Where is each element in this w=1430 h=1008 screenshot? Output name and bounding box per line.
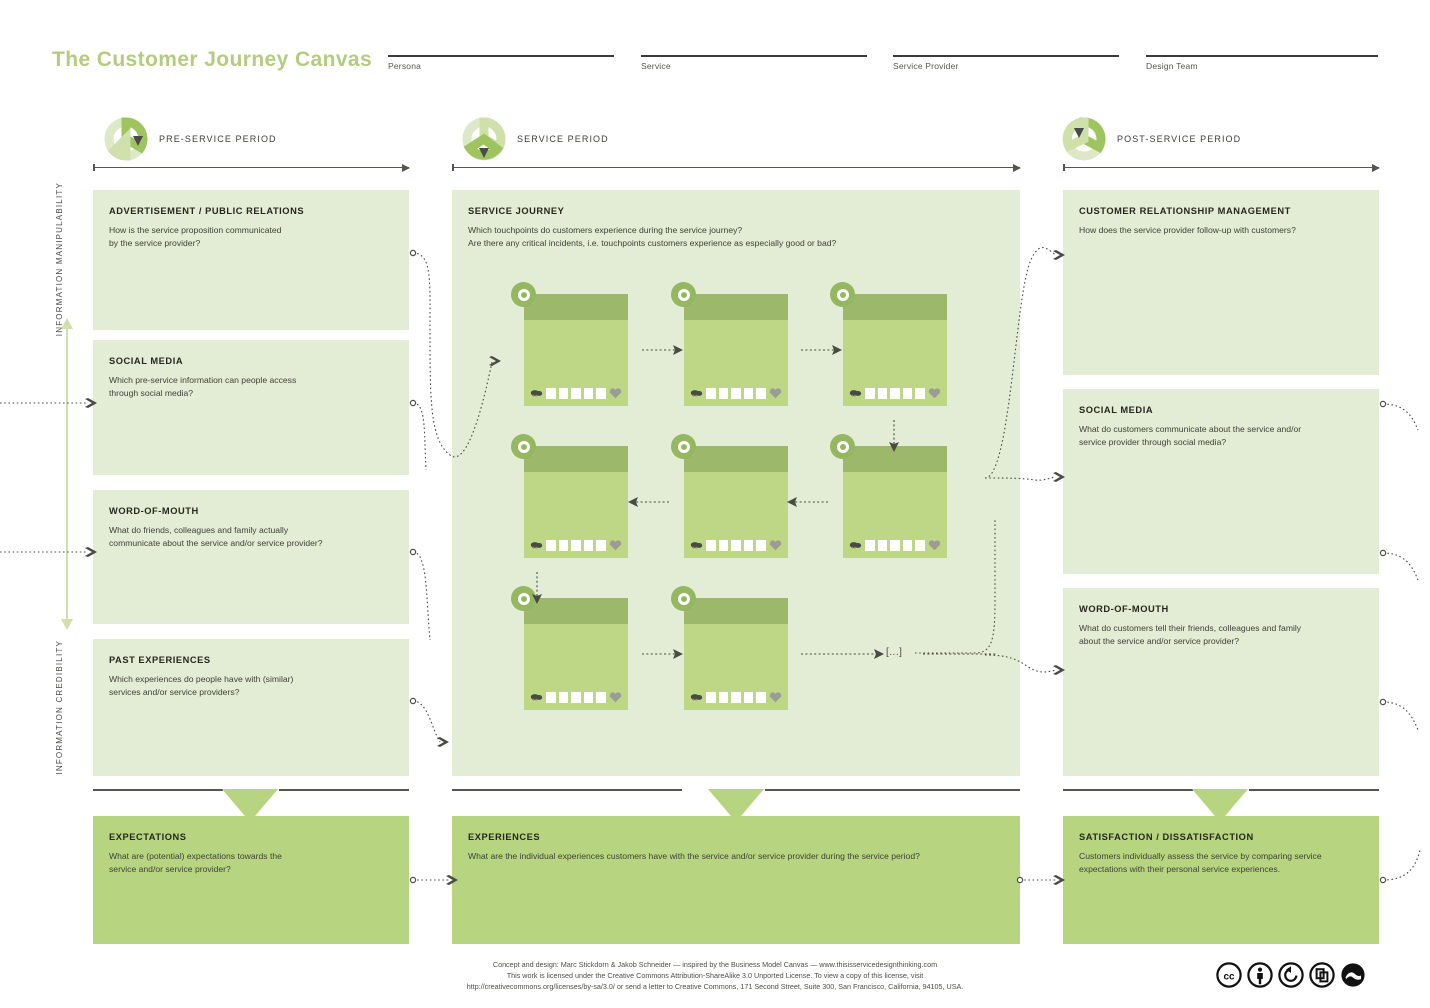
cc-by-icon <box>1247 962 1273 988</box>
cc-icon: cc <box>1216 962 1242 988</box>
cc-share-alike-icon <box>1278 962 1304 988</box>
cc-sampling-icon <box>1341 963 1365 987</box>
customer-journey-canvas: The Customer Journey Canvas Persona Serv… <box>0 0 1430 1008</box>
svg-text:cc: cc <box>1223 972 1235 983</box>
connector-network <box>0 247 1421 885</box>
license-icons: cc <box>1216 962 1366 988</box>
cc-remix-icon <box>1309 962 1335 988</box>
